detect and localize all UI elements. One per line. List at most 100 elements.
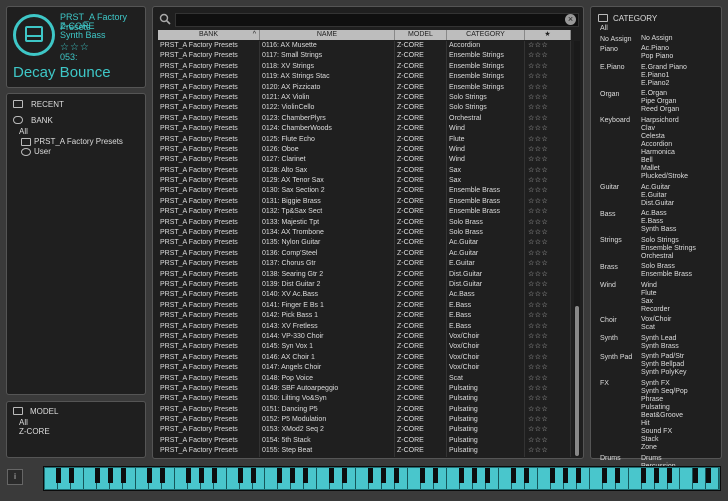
table-row[interactable]: PRST_A Factory Presets 0152: P5 Modulatio… (158, 415, 571, 426)
category-group-label[interactable]: Bass (600, 211, 616, 218)
category-item[interactable]: Pop Piano (641, 53, 673, 60)
black-key[interactable] (419, 468, 425, 483)
table-row[interactable]: PRST_A Factory Presets 0124: ChamberWoods… (158, 124, 571, 135)
row-rating-stars[interactable]: ☆☆☆ (525, 217, 571, 229)
recent-label[interactable]: RECENT (31, 100, 64, 109)
category-group-label[interactable]: FX (600, 380, 609, 387)
category-item[interactable]: Bell (641, 157, 653, 164)
table-row[interactable]: PRST_A Factory Presets 0155: Step Beat Z-C… (158, 446, 571, 457)
category-item[interactable]: Synth Lead (641, 335, 676, 342)
category-item[interactable]: E.Piano1 (641, 72, 669, 79)
black-key[interactable] (276, 468, 282, 483)
black-key[interactable] (380, 468, 386, 483)
table-scrollbar[interactable] (574, 41, 580, 456)
row-rating-stars[interactable]: ☆☆☆ (525, 196, 571, 208)
category-item[interactable]: Synth Pad/Str (641, 353, 684, 360)
black-key[interactable] (640, 468, 646, 483)
table-row[interactable]: PRST_A Factory Presets 0148: Pop Voice Z-C… (158, 373, 571, 384)
category-group-label[interactable]: Guitar (600, 184, 619, 191)
table-row[interactable]: PRST_A Factory Presets 0140: XV Ac.Bass Z-… (158, 290, 571, 301)
category-item[interactable]: E.Piano2 (641, 80, 669, 87)
table-row[interactable]: PRST_A Factory Presets 0131: Biggie Brass… (158, 196, 571, 208)
model-all-item[interactable]: All (19, 418, 28, 427)
category-item[interactable]: Dist.Guitar (641, 200, 674, 207)
bank-all-item[interactable]: All (19, 127, 28, 136)
category-group-label[interactable]: Piano (600, 46, 618, 53)
category-item[interactable]: E.Grand Piano (641, 64, 687, 71)
bank-label[interactable]: BANK (31, 116, 53, 125)
category-item[interactable]: Clav (641, 125, 655, 132)
table-row[interactable]: PRST_A Factory Presets 0117: Small String… (158, 51, 571, 62)
black-key[interactable] (510, 468, 516, 483)
category-item[interactable]: Ensemble Strings (641, 245, 696, 252)
black-key[interactable] (484, 468, 490, 483)
row-rating-stars[interactable]: ☆☆☆ (525, 394, 571, 405)
black-key[interactable] (55, 468, 61, 483)
black-key[interactable] (289, 468, 295, 483)
category-group-label[interactable]: Drums (600, 455, 621, 462)
info-button[interactable]: i (7, 469, 23, 485)
category-item[interactable]: Zone (641, 444, 657, 451)
category-item[interactable]: Accordion (641, 141, 672, 148)
table-row[interactable]: PRST_A Factory Presets 0127: Clarinet Z-CO… (158, 155, 571, 166)
table-row[interactable]: PRST_A Factory Presets 0125: Flute Echo Z-… (158, 134, 571, 145)
row-rating-stars[interactable]: ☆☆☆ (525, 113, 571, 125)
search-icon[interactable] (159, 13, 171, 25)
black-key[interactable] (328, 468, 334, 483)
table-row[interactable]: PRST_A Factory Presets 0144: VP-330 Choir… (158, 331, 571, 343)
black-key[interactable] (68, 468, 74, 483)
table-row[interactable]: PRST_A Factory Presets 0141: Finger E Bs … (158, 300, 571, 312)
black-key[interactable] (458, 468, 464, 483)
category-group-label[interactable]: Keyboard (600, 117, 630, 124)
category-item[interactable]: Reed Organ (641, 106, 679, 113)
category-item[interactable]: Celesta (641, 133, 665, 140)
category-item[interactable]: Ac.Guitar (641, 184, 670, 191)
category-group-label[interactable]: E.Piano (600, 64, 625, 71)
table-row[interactable]: PRST_A Factory Presets 0150: Lilting Vo&S… (158, 394, 571, 405)
table-row[interactable]: PRST_A Factory Presets 0132: Tp&Sax Sect Z… (158, 207, 571, 218)
row-rating-stars[interactable]: ☆☆☆ (525, 144, 571, 156)
black-key[interactable] (367, 468, 373, 483)
table-row[interactable]: PRST_A Factory Presets 0146: AX Choir 1 Z-… (158, 352, 571, 364)
table-row[interactable]: PRST_A Factory Presets 0154: 5th Stack Z-C… (158, 435, 571, 447)
row-rating-stars[interactable]: ☆☆☆ (525, 228, 571, 239)
category-item[interactable]: Harpsichord (641, 117, 679, 124)
row-rating-stars[interactable]: ☆☆☆ (525, 238, 571, 249)
category-group-label[interactable]: Synth (600, 335, 618, 342)
bank-column-header[interactable]: BANK ^ (158, 30, 260, 40)
category-item[interactable]: Ensemble Brass (641, 271, 692, 278)
category-item[interactable]: Sound FX (641, 428, 672, 435)
black-key[interactable] (523, 468, 529, 483)
row-rating-stars[interactable]: ☆☆☆ (525, 331, 571, 343)
black-key[interactable] (653, 468, 659, 483)
category-item[interactable]: Harmonica (641, 149, 675, 156)
category-item[interactable]: Ac.Bass (641, 210, 667, 217)
category-item[interactable]: Recorder (641, 306, 670, 313)
category-item[interactable]: Mallet (641, 165, 660, 172)
row-rating-stars[interactable]: ☆☆☆ (525, 290, 571, 301)
table-row[interactable]: PRST_A Factory Presets 0133: Majestic Tpt… (158, 217, 571, 229)
category-group-label[interactable]: Brass (600, 264, 618, 271)
row-rating-stars[interactable]: ☆☆☆ (525, 269, 571, 280)
category-item[interactable]: Plucked/Stroke (641, 173, 688, 180)
row-rating-stars[interactable]: ☆☆☆ (525, 207, 571, 218)
category-group-label[interactable]: Strings (600, 237, 622, 244)
black-key[interactable] (146, 468, 152, 483)
row-rating-stars[interactable]: ☆☆☆ (525, 404, 571, 416)
category-item[interactable]: E.Guitar (641, 192, 667, 199)
category-all-item[interactable]: All (600, 25, 608, 32)
category-item[interactable]: Drums (641, 455, 662, 462)
category-item[interactable]: Synth Seq/Pop (641, 388, 688, 395)
table-row[interactable]: PRST_A Factory Presets 0138: Searing Gtr … (158, 269, 571, 280)
category-item[interactable]: Flute (641, 290, 657, 297)
black-key[interactable] (250, 468, 256, 483)
black-key[interactable] (705, 468, 711, 483)
black-key[interactable] (614, 468, 620, 483)
category-item[interactable]: Scat (641, 324, 655, 331)
category-item[interactable]: No Assign (641, 35, 673, 42)
black-key[interactable] (185, 468, 191, 483)
row-rating-stars[interactable]: ☆☆☆ (525, 176, 571, 187)
black-key[interactable] (237, 468, 243, 483)
category-group-label[interactable]: Choir (600, 317, 617, 324)
piano-keyboard[interactable] (43, 466, 721, 491)
